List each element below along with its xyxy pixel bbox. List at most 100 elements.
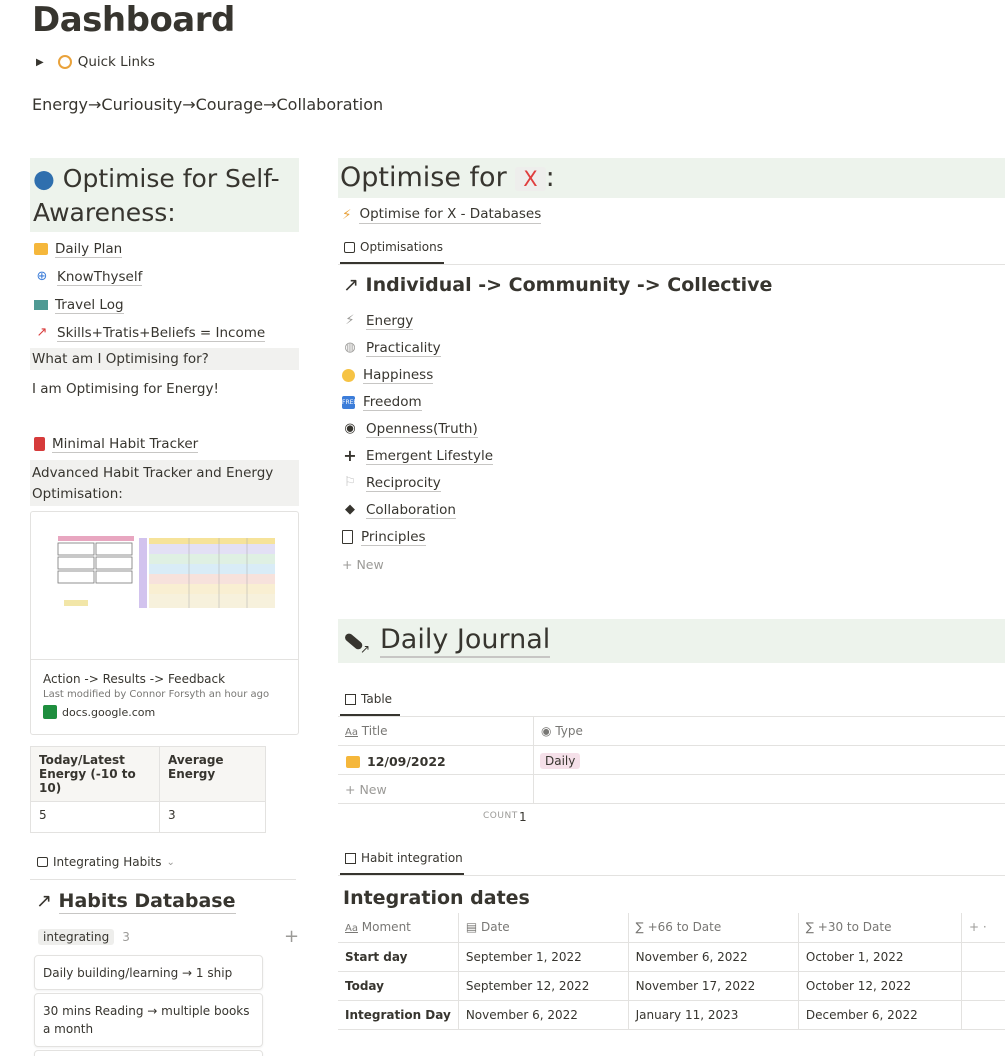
sunrise-icon [34,243,48,255]
daily-journal-heading[interactable]: ↗ Daily Journal [338,619,1005,663]
quick-links-label: Quick Links [77,54,155,70]
opt-item-practicality[interactable]: ◍ Practicality [342,338,441,358]
table-icon [345,852,356,864]
column-title-header[interactable]: Aa Title [345,724,388,738]
column-30-header[interactable]: ∑ +30 to Date [798,913,963,942]
person-icon: ● [33,164,55,193]
group-count: 3 [122,930,130,944]
eye-icon: ◉ [344,421,356,436]
energy-average-value[interactable]: 3 [159,801,266,833]
energy-header-latest: Today/Latest Energy (-10 to 10) [30,746,160,802]
count-label[interactable]: COUNT [483,811,518,821]
list-icon [344,241,355,253]
journal-type-tag[interactable]: Daily [540,753,581,769]
link-minimal-habit-tracker[interactable]: Minimal Habit Tracker [34,434,199,454]
board-icon [37,857,48,867]
advanced-tracker-text: Advanced Habit Tracker and Energy Optimi… [30,460,299,506]
bookmark-card[interactable]: Action -> Results -> Feedback Last modif… [30,511,299,735]
globe-icon: ⊕ [36,269,48,284]
pen-icon: ↗ [343,628,370,656]
motto-text: Energy→Curiousity→Courage→Collaboration [32,95,384,114]
integration-table: Aa Moment ▤ Date ∑ +66 to Date ∑ +30 to … [338,913,1005,1030]
energy-table: Today/Latest Energy (-10 to 10) Average … [30,746,266,833]
link-knowthyself[interactable]: ⊕ KnowThyself [34,267,143,287]
arrow-up-right-icon: ↗ [343,274,359,296]
board-card-partial[interactable] [34,1050,263,1056]
link-travel-log[interactable]: Travel Log [34,295,124,315]
text-prop-icon: Aa [345,727,358,738]
calendar-icon: ▤ [465,920,478,935]
habits-db-heading[interactable]: ↗ Habits Database [36,890,236,914]
bookmark-domain: docs.google.com [62,705,156,719]
integration-dates-title: Integration dates [343,887,530,909]
chevron-down-icon: ⌄ [166,856,175,868]
answer-text: I am Optimising for Energy! [32,381,219,397]
quick-links-toggle[interactable]: ▶ Quick Links [36,54,155,70]
graduation-cap-icon: ◆ [345,502,355,517]
opt-item-openness[interactable]: ◉ Openness(Truth) [342,419,478,439]
board-card[interactable]: Daily building/learning → 1 ship [34,955,263,990]
arrow-up-right-icon: ↗ [36,890,52,912]
journal-row-title[interactable]: 12/09/2022 [346,754,446,769]
tab-journal-table[interactable]: Table [345,692,392,706]
opt-item-reciprocity[interactable]: ⚐ Reciprocity [342,473,441,493]
energy-latest-value[interactable]: 5 [30,801,160,833]
add-column-icon[interactable]: + · [962,913,1005,942]
energy-header-average: Average Energy [159,746,266,802]
chart-up-icon: ↗ [36,325,48,340]
sum-icon: ∑ [635,920,644,935]
energy-icon: ⚡ [345,313,355,328]
self-awareness-heading: Optimise for Self-Awareness: [33,164,280,227]
x-badge: X [515,167,546,191]
document-icon [342,530,353,544]
table-row[interactable]: Start day September 1, 2022 November 6, … [338,941,1005,971]
grin-icon [342,368,355,382]
new-optimisation-button[interactable]: + New [342,557,384,572]
link-skills-income[interactable]: ↗ Skills+Tratis+Beliefs = Income [34,323,266,343]
opt-item-happiness[interactable]: Happiness [342,365,434,385]
map-icon [34,300,48,310]
question-text: What am I Optimising for? [30,348,299,370]
column-66-header[interactable]: ∑ +66 to Date [628,913,799,942]
link-optimise-databases[interactable]: ⚡ Optimise for X - Databases [342,206,542,224]
opt-item-freedom[interactable]: FREE Freedom [342,392,422,412]
spreadsheet-thumbnail [31,512,298,660]
link-daily-plan[interactable]: Daily Plan [34,239,123,259]
sum-icon: ∑ [805,920,814,935]
free-icon: FREE [342,395,357,409]
plus-icon: + [343,446,357,465]
page-title: Dashboard [32,0,235,40]
optimise-x-heading: Optimise for X: [338,158,1005,198]
community-heading[interactable]: ↗ Individual -> Community -> Collective [343,274,772,296]
tab-integrating-habits[interactable]: Integrating Habits ⌄ [37,855,175,869]
self-awareness-callout: ● Optimise for Self-Awareness: [30,158,299,232]
cycle-icon: ◍ [344,340,356,355]
opt-item-emergent[interactable]: + Emergent Lifestyle [342,446,494,466]
new-journal-button[interactable]: + New [345,782,387,797]
opt-item-energy[interactable]: ⚡ Energy [342,311,414,331]
opt-item-principles[interactable]: Principles [342,527,426,547]
triangle-right-icon[interactable]: ▶ [36,57,44,68]
opt-item-collaboration[interactable]: ◆ Collaboration [342,500,456,520]
tab-optimisations[interactable]: Optimisations [344,240,443,254]
group-label: integrating [38,929,115,945]
board-card[interactable]: 30 mins Reading → multiple books a month [34,993,263,1047]
sunrise-icon [346,755,360,768]
column-date-header[interactable]: ▤ Date [458,913,629,942]
count-value: 1 [519,810,527,824]
tab-habit-integration[interactable]: Habit integration [345,851,463,865]
clock-icon [57,55,72,69]
table-row[interactable]: Today September 12, 2022 November 17, 20… [338,970,1005,1000]
add-card-icon[interactable]: + [284,926,299,947]
flag-icon: ⚐ [344,475,356,490]
bookmark-title: Action -> Results -> Feedback [43,672,226,686]
google-sheets-icon [43,705,57,719]
table-icon [345,693,356,705]
table-row[interactable]: Integration Day November 6, 2022 January… [338,999,1005,1030]
column-moment-header[interactable]: Aa Moment [338,913,459,942]
board-group-header: integrating 3 [38,929,130,945]
column-type-header[interactable]: ◉ Type [541,724,583,738]
lightning-icon: ⚡ [342,207,352,223]
red-book-icon [34,437,45,451]
bookmark-description: Last modified by Connor Forsyth an hour … [43,689,270,700]
